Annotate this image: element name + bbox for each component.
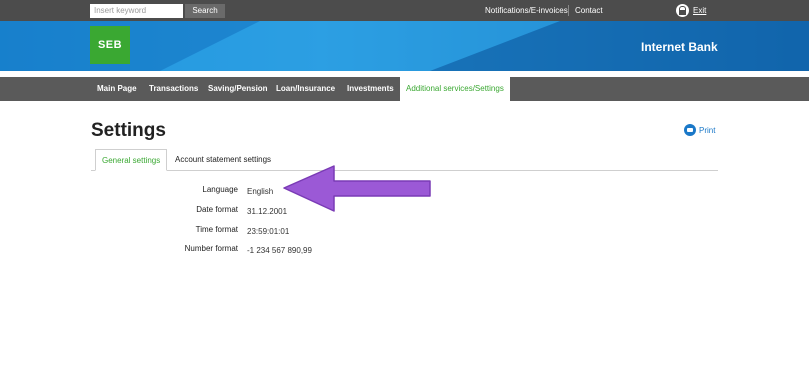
number-format-value: -1 234 567 890,99 (247, 246, 312, 255)
time-format-value: 23:59:01:01 (247, 227, 290, 236)
nav-additional-services-settings[interactable]: Additional services/Settings (400, 77, 510, 101)
search-input[interactable]: Insert keyword (90, 4, 183, 18)
contact-link[interactable]: Contact (575, 5, 603, 17)
banner-divider (0, 71, 809, 74)
time-format-label: Time format (195, 225, 238, 234)
nav-main-page[interactable]: Main Page (97, 77, 137, 101)
lock-icon (676, 4, 689, 17)
nav-saving-pension[interactable]: Saving/Pension (208, 77, 268, 101)
number-format-label: Number format (184, 244, 238, 253)
print-label: Print (699, 125, 716, 135)
top-link-separator (568, 5, 569, 16)
print-button[interactable]: Print (684, 124, 715, 136)
exit-label: Exit (693, 6, 707, 15)
tab-account-statement-settings[interactable]: Account statement settings (175, 149, 271, 171)
search-button[interactable]: Search (185, 4, 225, 18)
date-format-label: Date format (196, 205, 238, 214)
nav-loan-insurance[interactable]: Loan/Insurance (276, 77, 335, 101)
print-icon (684, 124, 696, 136)
nav-transactions[interactable]: Transactions (149, 77, 198, 101)
nav-investments[interactable]: Investments (347, 77, 394, 101)
page-title: Settings (91, 120, 166, 141)
exit-button[interactable]: Exit (676, 3, 706, 18)
language-value: English (247, 187, 274, 196)
language-label: Language (202, 185, 238, 194)
tab-general-settings[interactable]: General settings (95, 149, 168, 171)
annotation-arrow-icon (283, 165, 431, 212)
banner-title: Internet Bank (641, 40, 718, 54)
notifications-link[interactable]: Notifications/E-invoices (485, 5, 568, 17)
logo-text: SEB (97, 39, 123, 51)
seb-logo[interactable]: SEB (90, 26, 130, 64)
